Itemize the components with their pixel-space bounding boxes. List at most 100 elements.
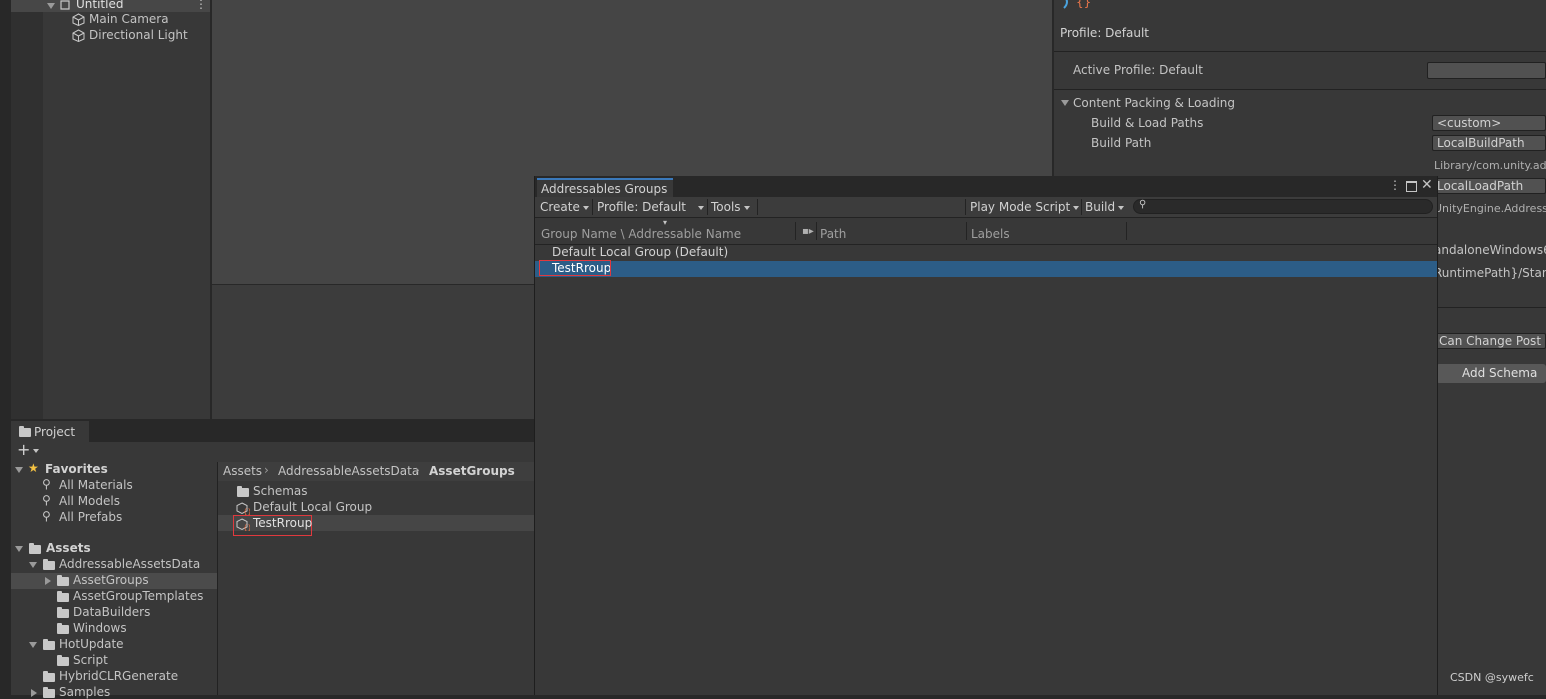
search-icon: ⚲ — [42, 477, 51, 491]
profile-label: Profile: Default — [597, 200, 687, 214]
project-add-button[interactable]: + — [17, 440, 40, 459]
tree-foldout-icon[interactable] — [31, 689, 37, 697]
column-header-name[interactable]: Group Name \ Addressable Name — [541, 227, 741, 241]
scene-foldout-icon[interactable] — [47, 3, 55, 9]
tree-samples[interactable]: Samples — [59, 685, 110, 699]
breadcrumb-separator-icon: › — [415, 463, 420, 477]
load-path-dropdown[interactable]: LocalLoadPath — [1432, 178, 1546, 194]
addressables-profile-icon: {} — [1063, 0, 1091, 9]
favorite-all-materials[interactable]: All Materials — [59, 478, 133, 492]
addressables-groups-tab[interactable]: Addressables Groups — [537, 178, 673, 197]
favorite-all-models[interactable]: All Models — [59, 494, 120, 508]
scene-name: Untitled — [76, 0, 124, 11]
active-profile-dropdown[interactable] — [1427, 62, 1546, 79]
tree-foldout-icon[interactable] — [29, 642, 37, 648]
breadcrumb-item-assets[interactable]: Assets — [223, 464, 262, 478]
addressables-toolbar: Create Profile: Default Tools Play Mode … — [535, 197, 1437, 218]
folder-icon — [19, 426, 31, 437]
column-header-path[interactable]: Path — [820, 227, 846, 241]
scene-menu-icon[interactable]: ⋮ — [195, 0, 207, 11]
breadcrumb-item-asset-groups[interactable]: AssetGroups — [429, 464, 515, 478]
tree-hybrid-clr-generate[interactable]: HybridCLRGenerate — [59, 669, 178, 683]
build-path-label: Build Path — [1091, 136, 1152, 150]
project-tree-divider — [217, 462, 218, 695]
hierarchy-item-directional-light[interactable]: Directional Light — [89, 28, 188, 42]
tree-windows[interactable]: Windows — [73, 621, 127, 635]
update-restriction-dropdown[interactable]: Can Change Post R — [1434, 333, 1546, 349]
column-separator[interactable] — [795, 222, 796, 240]
build-path-dropdown[interactable]: LocalBuildPath — [1432, 135, 1546, 151]
file-schemas[interactable]: Schemas — [253, 484, 308, 498]
inspector-divider — [1434, 307, 1546, 308]
window-menu-icon[interactable]: ⋮ — [1389, 178, 1401, 192]
column-type-icon: ▪▸ — [802, 226, 814, 237]
maximize-icon[interactable] — [1406, 181, 1417, 192]
assets-foldout-icon[interactable] — [15, 546, 23, 552]
favorite-all-prefabs[interactable]: All Prefabs — [59, 510, 122, 524]
tree-foldout-icon[interactable] — [29, 562, 37, 568]
tree-addressable-assets-data[interactable]: AddressableAssetsData — [59, 557, 200, 571]
search-icon: ⚲ — [42, 493, 51, 507]
platform-path-text: andaloneWindows6 — [1434, 243, 1546, 257]
runtime-path-text: RuntimePath}/Stand — [1434, 266, 1546, 280]
folder-icon — [43, 559, 55, 570]
column-header-row: ▾ Group Name \ Addressable Name ▪▸ Path … — [535, 218, 1437, 245]
folder-icon — [43, 671, 55, 682]
tools-dropdown[interactable]: Tools — [708, 198, 756, 216]
tree-foldout-icon[interactable] — [45, 577, 51, 585]
search-icon: ⚲ — [1139, 199, 1147, 210]
folder-icon — [57, 591, 69, 602]
column-separator[interactable] — [1126, 222, 1127, 240]
addressables-groups-tab-title: Addressables Groups — [541, 182, 668, 196]
inspector-profile-title: Profile: Default — [1060, 26, 1150, 40]
profile-dropdown[interactable]: Profile: Default — [594, 198, 706, 216]
tree-asset-groups[interactable]: AssetGroups — [73, 573, 149, 587]
hierarchy-indent-strip — [11, 0, 43, 419]
content-packing-foldout-icon[interactable] — [1061, 100, 1069, 106]
scene-row[interactable]: Untitled ⋮ — [11, 0, 210, 12]
file-default-local-group[interactable]: Default Local Group — [253, 500, 372, 514]
sort-arrow-icon: ▾ — [663, 218, 668, 227]
file-test-rroup[interactable]: TestRroup — [253, 516, 312, 530]
add-schema-label: Add Schema — [1462, 366, 1538, 380]
favorites-label[interactable]: Favorites — [45, 462, 108, 476]
group-row-default-local-group[interactable]: Default Local Group (Default) — [552, 245, 728, 259]
build-dropdown[interactable]: Build — [1082, 198, 1126, 216]
tree-script[interactable]: Script — [73, 653, 108, 667]
project-tab[interactable]: Project — [11, 421, 89, 442]
breadcrumb-item-addressable-assets-data[interactable]: AddressableAssetsData — [278, 464, 419, 478]
svg-text:{}: {} — [243, 508, 250, 515]
build-load-paths-dropdown[interactable]: <custom> — [1432, 115, 1546, 131]
search-input[interactable] — [1152, 200, 1422, 212]
play-mode-script-label: Play Mode Script — [970, 200, 1071, 214]
load-path-resolved: UnityEngine.Addressab — [1434, 202, 1546, 215]
close-icon[interactable]: ✕ — [1421, 177, 1433, 193]
add-schema-button[interactable]: Add Schema — [1436, 364, 1546, 383]
play-mode-script-dropdown[interactable]: Play Mode Script — [967, 198, 1081, 216]
breadcrumb: Assets › AddressableAssetsData › AssetGr… — [218, 462, 534, 481]
svg-text:{}: {} — [243, 524, 250, 531]
content-packing-section[interactable]: Content Packing & Loading — [1073, 96, 1235, 110]
build-label: Build — [1085, 200, 1116, 214]
tree-assets[interactable]: Assets — [46, 541, 91, 555]
folder-icon — [29, 543, 41, 554]
favorites-foldout-icon[interactable] — [15, 467, 23, 473]
column-header-labels[interactable]: Labels — [971, 227, 1010, 241]
hierarchy-panel: Untitled ⋮ Main Camera Directional Light — [11, 0, 210, 419]
tree-data-builders[interactable]: DataBuilders — [73, 605, 150, 619]
search-icon: ⚲ — [42, 509, 51, 523]
hierarchy-item-main-camera[interactable]: Main Camera — [89, 12, 169, 26]
search-field[interactable]: ⚲ — [1133, 199, 1433, 214]
column-separator[interactable] — [816, 222, 817, 240]
highlight-box — [539, 260, 611, 276]
tree-asset-group-templates[interactable]: AssetGroupTemplates — [73, 589, 203, 603]
gameobject-cube-icon — [72, 13, 85, 26]
group-row-selected[interactable]: TestRroup — [535, 261, 1437, 277]
dropdown-arrow-icon — [1118, 205, 1125, 210]
toolbar-separator — [965, 199, 966, 215]
create-dropdown[interactable]: Create — [537, 198, 591, 216]
tree-hot-update[interactable]: HotUpdate — [59, 637, 124, 651]
watermark: CSDN @sywefc — [1450, 671, 1534, 684]
dropdown-arrow-icon — [698, 205, 705, 210]
column-separator[interactable] — [966, 222, 967, 240]
